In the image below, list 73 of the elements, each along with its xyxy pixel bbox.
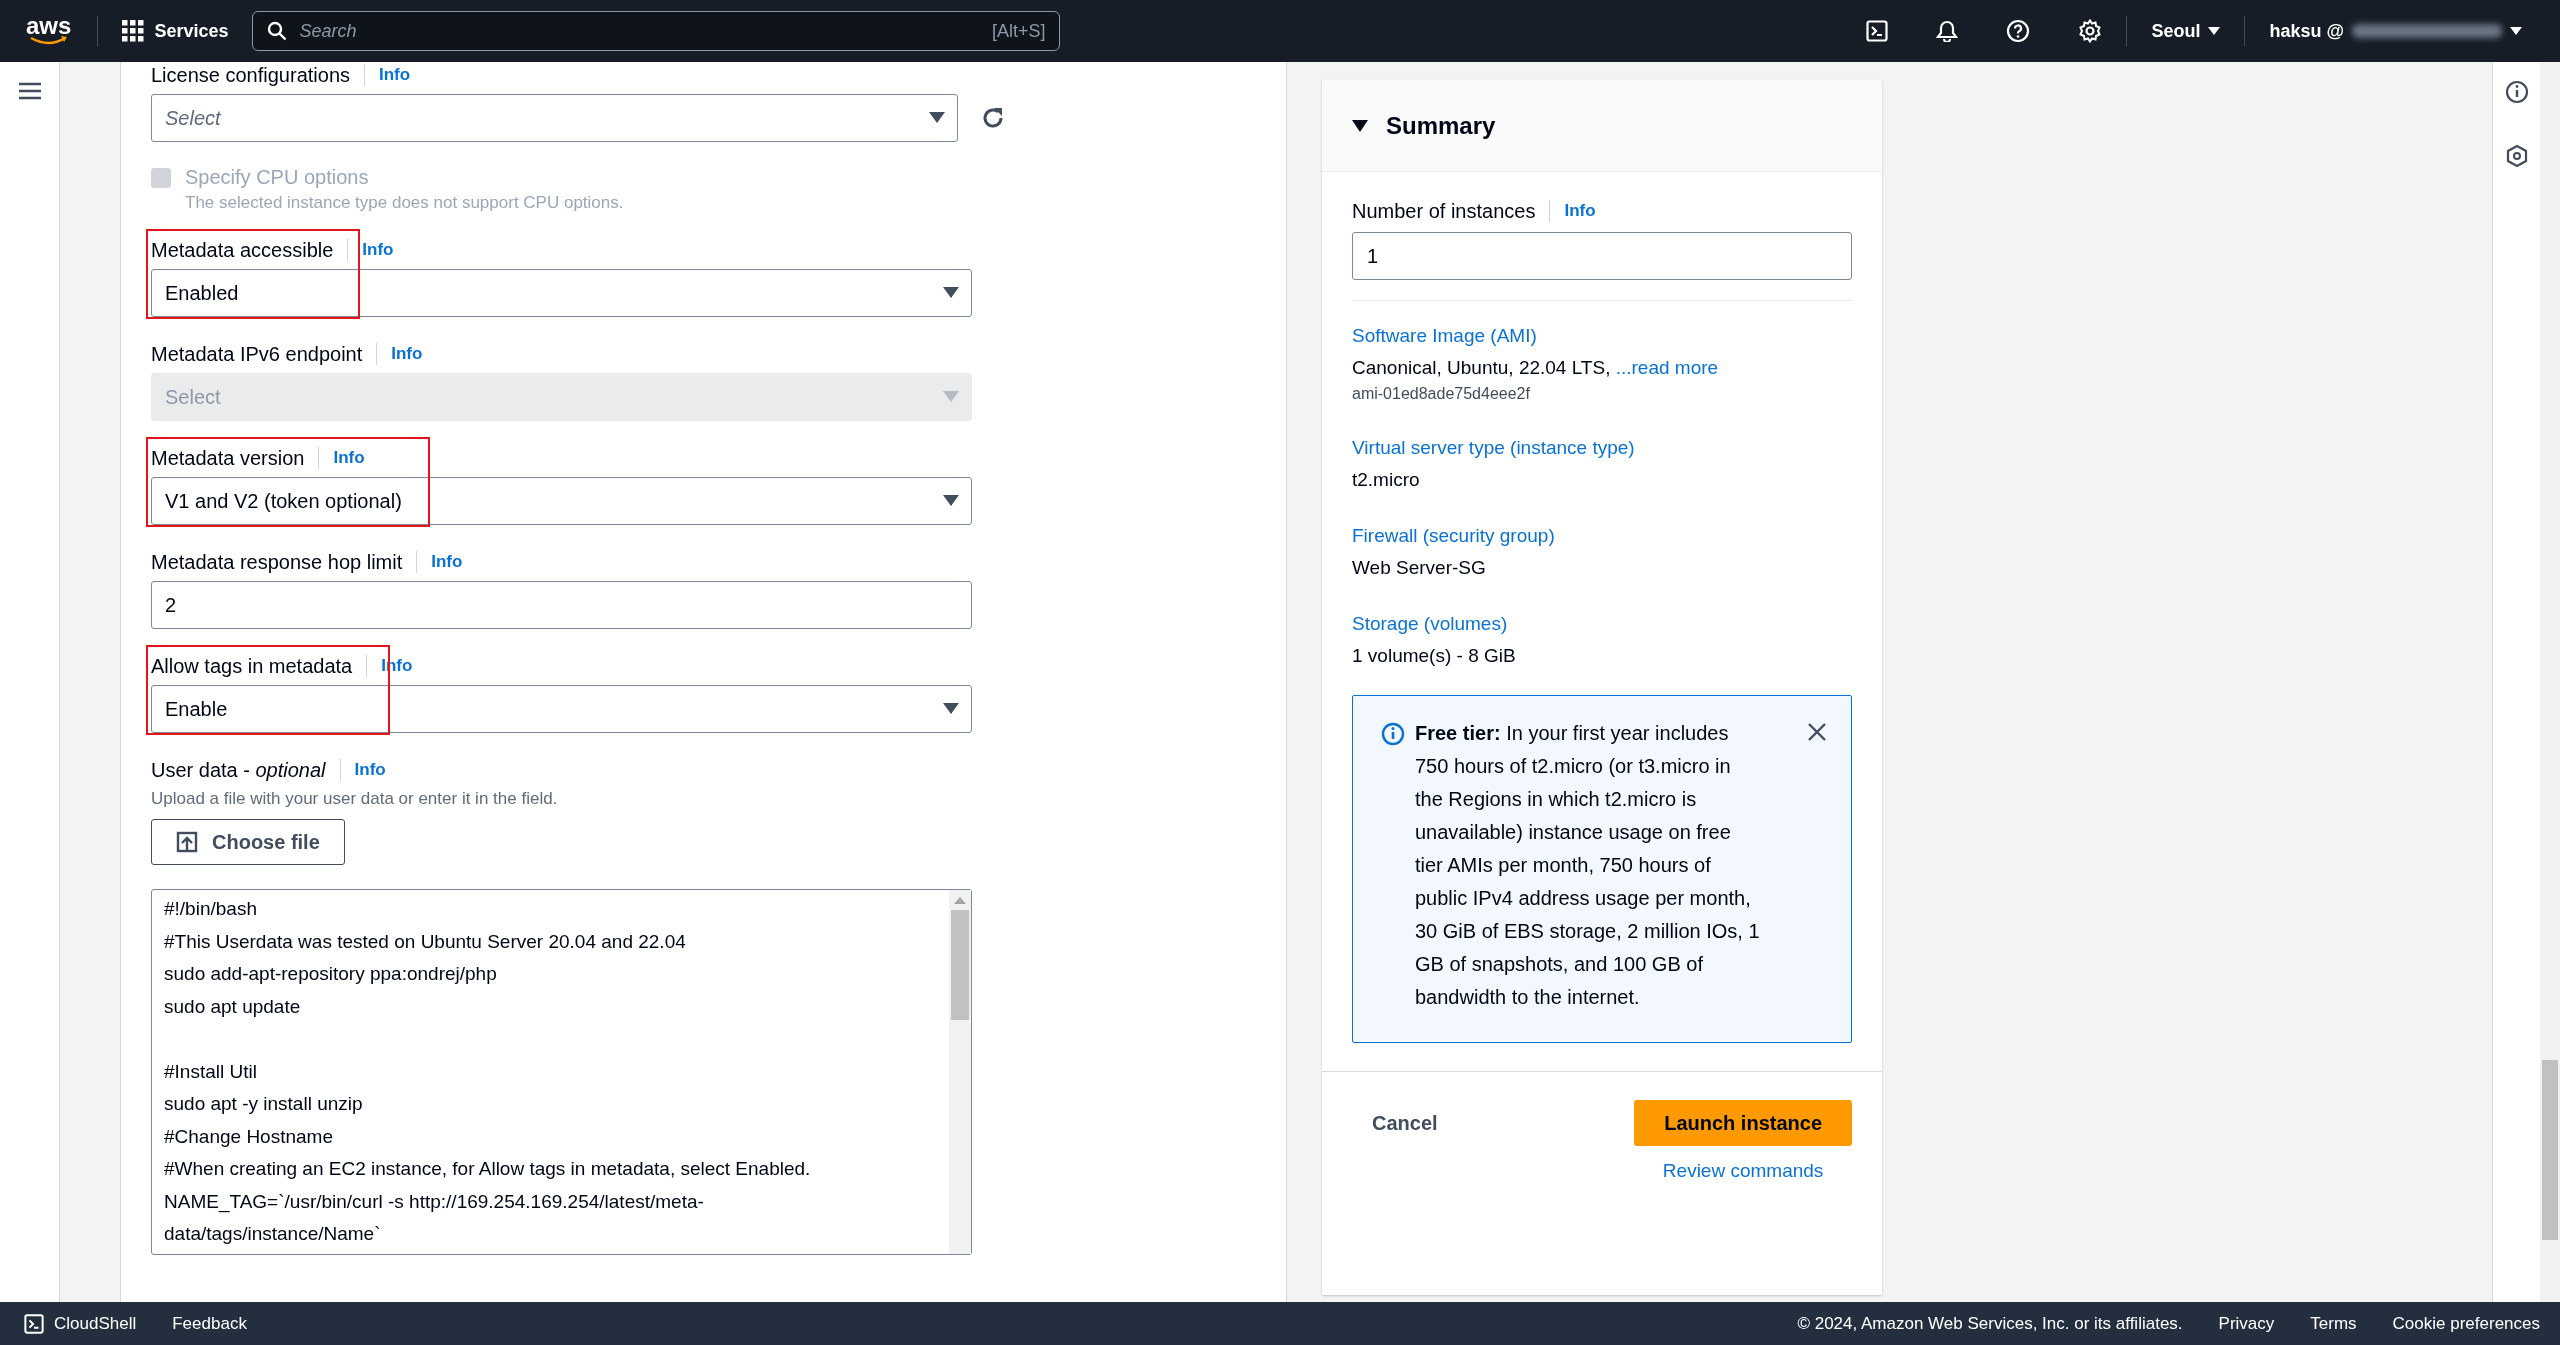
feedback-link[interactable]: Feedback [172,1313,247,1334]
alert-text: Free tier: In your first year includes 750 hours of t2.micro (or t3.micro in the Regions in which t2.micro is unavailable) instance usage on free tier AMIs per month, 750 hours of public IPv4 address usage per month, 30 GiB of EBS storage, 2 million IOs, 1 GB of snapshots, and 100 GB of bandwidth to the internet. [1415,721,1760,1010]
caret-icon [2208,26,2221,36]
section-value: Canonical, Ubuntu, 22.04 LTS, ...read more [1352,357,1720,379]
field-label: Metadata accessible [151,238,334,263]
caret-icon [929,112,945,124]
ami-id: ami-01ed8ade75d4eee2f [1352,385,1531,403]
checkbox-description: The selected instance type does not support CPU options. [185,193,624,213]
read-more-link[interactable]: ...read more [1615,357,1719,378]
select-field[interactable]: Enable [151,685,972,733]
caret-icon [943,287,959,299]
field-label: User data - optional [151,758,326,783]
input-field[interactable]: 2 [151,581,972,629]
select-field[interactable]: Enabled [151,269,972,317]
field-label: Metadata response hop limit [151,550,403,575]
scrollbar-thumb[interactable] [951,910,969,1020]
field-label: Metadata version [151,446,305,471]
select-field[interactable]: Select [151,94,958,142]
settings-icon[interactable] [2078,19,2103,43]
terminal-icon[interactable] [1866,20,1889,42]
field-label: Number of instances [1352,199,1536,224]
info-link[interactable]: Info [431,549,463,575]
checkbox-label: Specify CPU options [185,166,370,189]
info-link[interactable]: Info [1564,198,1596,224]
cloudshell-button[interactable]: CloudShell [24,1313,137,1334]
caret-icon [943,391,959,403]
field-label: License configurations [151,63,350,88]
section-value: t2.micro [1352,469,1421,491]
footer-link[interactable]: Privacy [2218,1313,2275,1334]
search-field[interactable]: Search [Alt+S] [252,11,1061,51]
info-icon [1381,722,1405,746]
info-link[interactable]: Info [333,445,365,471]
scrollbar-thumb[interactable] [2542,1060,2558,1240]
field-label: Metadata IPv6 endpoint [151,342,363,367]
section-link[interactable]: Software Image (AMI) [1352,325,1852,347]
choose-file-button[interactable]: Choose file [151,819,345,865]
upload-icon [176,831,198,853]
caret-icon [943,703,959,715]
field-description: Upload a file with your user data or enter it in the field. [151,789,558,809]
panel-title: Summary [1386,111,1496,140]
section-link[interactable]: Virtual server type (instance type) [1352,437,1852,459]
info-link[interactable]: Info [379,62,411,88]
cancel-button[interactable]: Cancel [1352,1103,1458,1143]
info-icon[interactable] [2505,80,2529,104]
bell-icon[interactable] [1936,20,1959,42]
aws-logo[interactable]: aws [26,16,72,46]
section-value: 1 volume(s) - 8 GiB [1352,645,1517,667]
section-value: Web Server-SG [1352,557,1487,579]
footer-link[interactable]: Terms [2310,1313,2357,1334]
field-label: Allow tags in metadata [151,654,353,679]
review-commands-link[interactable]: Review commands [1662,1160,1824,1182]
caret-icon [2510,26,2522,36]
help-icon[interactable] [2006,19,2031,43]
account-menu[interactable]: haksu @ [2245,20,2546,42]
menu-icon[interactable] [18,82,41,100]
info-link[interactable]: Info [354,757,386,783]
terminal-icon [24,1313,44,1334]
section-link[interactable]: Storage (volumes) [1352,613,1852,635]
launch-button[interactable]: Launch instance [1634,1100,1852,1146]
copyright-text: © 2024, Amazon Web Services, Inc. or its affiliates. [1797,1313,2183,1334]
footer-link[interactable]: Cookie preferences [2392,1313,2540,1334]
services-menu[interactable]: Services [98,20,253,42]
info-link[interactable]: Info [362,237,394,263]
grid-icon [122,20,145,42]
input-field[interactable]: 1 [1352,232,1852,280]
section-link[interactable]: Firewall (security group) [1352,525,1852,547]
search-icon [267,21,288,41]
hexagon-icon[interactable] [2505,144,2529,168]
caret-icon[interactable] [1352,118,1368,133]
select-field[interactable]: V1 and V2 (token optional) [151,477,972,525]
caret-icon [943,495,959,507]
user-data-field[interactable]: #!/bin/bash #This Userdata was tested on Ubuntu Server 20.04 and 22.04 sudo add-apt-repository ppa:ondrej/php sudo apt update #Install Util sudo apt -y install unzip #Change Hostname #When creating an EC2 instance, for Allow tags in metadata, select Enabled. NAME_TAG=`/usr/bin/curl -s http://169.254.169.254/latest/meta- data/tags/instance/Name` [151,889,972,1255]
region-menu[interactable]: Seoul [2127,20,2245,42]
